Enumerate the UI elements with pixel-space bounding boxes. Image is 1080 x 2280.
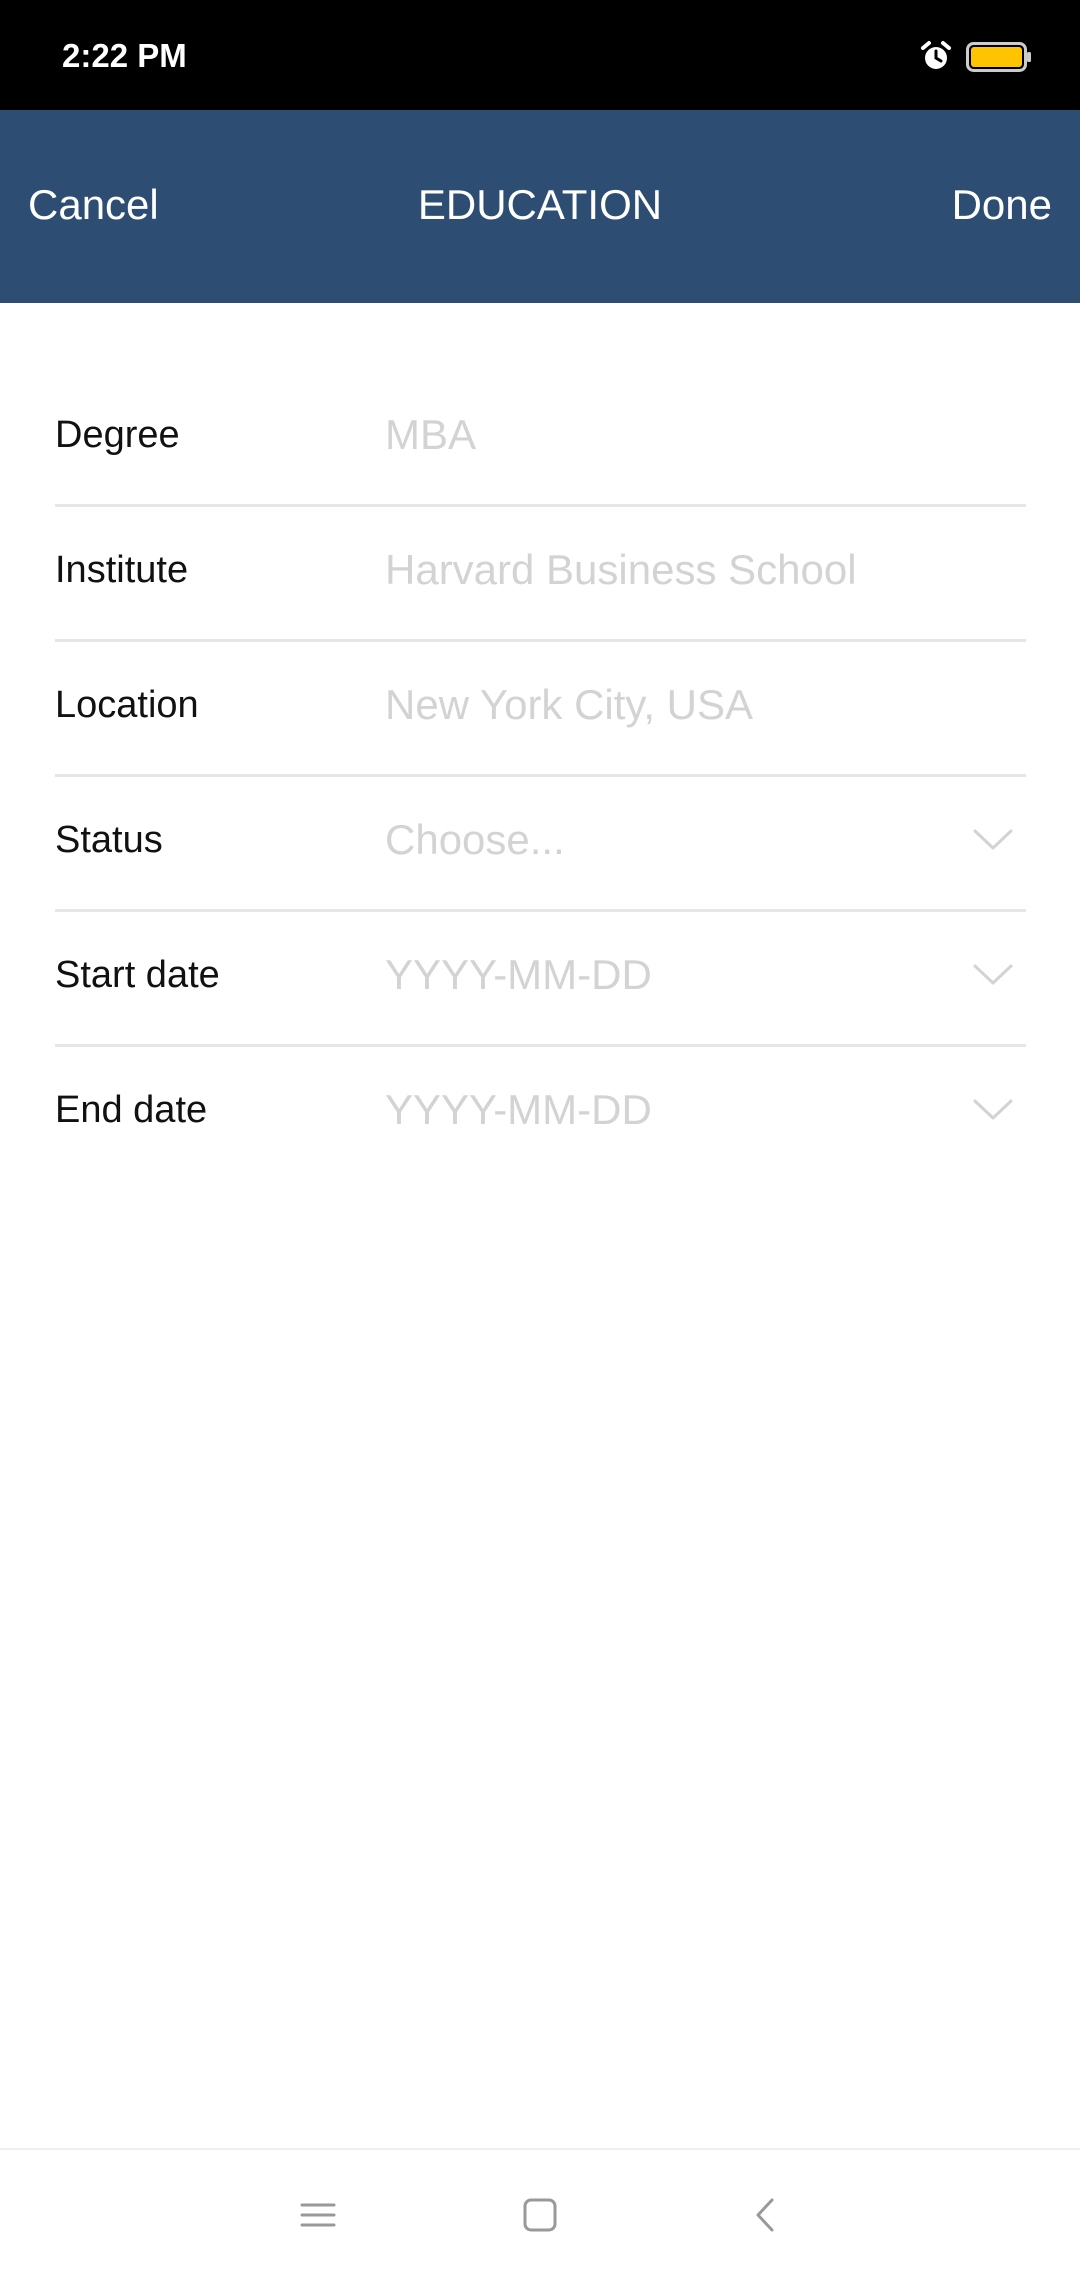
status-select[interactable]: Choose... <box>385 815 565 865</box>
chevron-down-icon[interactable] <box>972 962 1014 988</box>
done-button[interactable]: Done <box>952 180 1052 230</box>
status-bar: 2:22 PM <box>0 0 1080 110</box>
degree-row: Degree <box>55 372 1026 507</box>
end-date-label: End date <box>55 1089 208 1131</box>
institute-label: Institute <box>55 549 189 591</box>
start-date-label: Start date <box>55 954 220 996</box>
location-input[interactable] <box>385 674 985 736</box>
menu-icon[interactable] <box>293 2190 343 2240</box>
start-date-row[interactable]: Start date YYYY-MM-DD <box>55 912 1026 1047</box>
cancel-button[interactable]: Cancel <box>28 180 159 230</box>
institute-input[interactable] <box>385 539 985 601</box>
header-bar: Cancel EDUCATION Done <box>0 110 1080 303</box>
institute-row: Institute <box>55 507 1026 642</box>
home-square-icon[interactable] <box>515 2190 565 2240</box>
start-date-select[interactable]: YYYY-MM-DD <box>385 950 652 1000</box>
status-label: Status <box>55 819 163 861</box>
education-form: Degree Institute Location Status Choose.… <box>55 303 1026 1182</box>
location-row: Location <box>55 642 1026 777</box>
degree-label: Degree <box>55 414 180 456</box>
degree-input[interactable] <box>385 404 985 466</box>
page-title: EDUCATION <box>417 181 663 228</box>
chevron-down-icon[interactable] <box>972 827 1014 853</box>
location-label: Location <box>55 684 199 726</box>
back-arrow-icon[interactable] <box>742 2190 792 2240</box>
status-row[interactable]: Status Choose... <box>55 777 1026 912</box>
system-nav-bar <box>0 2148 1080 2280</box>
status-time: 2:22 PM <box>62 37 187 74</box>
end-date-row[interactable]: End date YYYY-MM-DD <box>55 1047 1026 1182</box>
alarm-clock-icon <box>921 41 951 69</box>
battery-icon <box>966 42 1031 72</box>
chevron-down-icon[interactable] <box>972 1097 1014 1123</box>
end-date-select[interactable]: YYYY-MM-DD <box>385 1085 652 1135</box>
education-screen: 2:22 PM Cancel EDUCATION Done Degree Ins… <box>0 0 1080 2280</box>
